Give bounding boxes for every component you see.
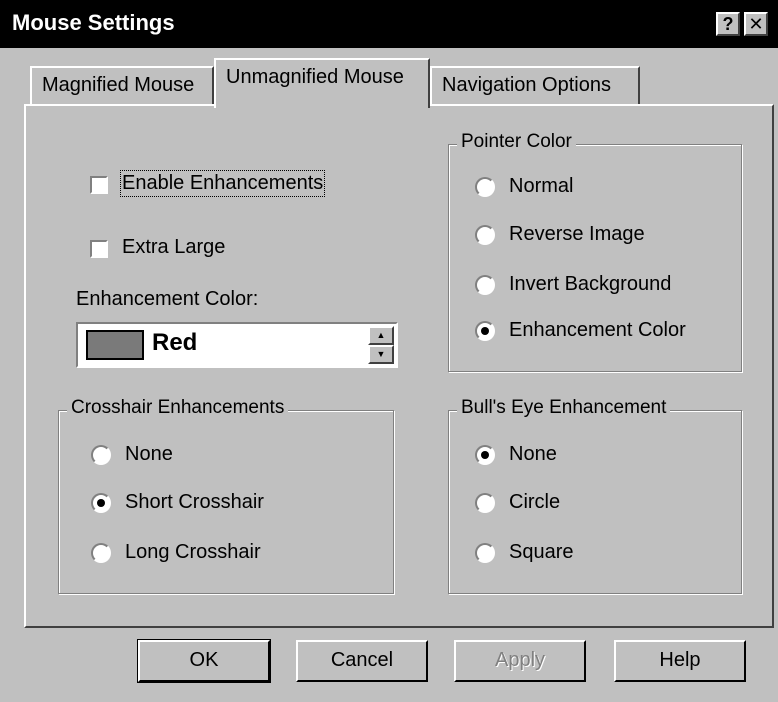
mouse-settings-dialog: Mouse Settings ? ✕ Magnified Mouse Unmag…	[0, 0, 778, 702]
radio-label: Reverse Image	[509, 223, 645, 245]
radio-button[interactable]	[475, 321, 495, 341]
down-arrow-icon: ▼	[376, 349, 386, 359]
tab-navigation-options[interactable]: Navigation Options	[430, 66, 640, 104]
radio-button[interactable]	[475, 445, 495, 465]
crosshair-long-radio[interactable]: Long Crosshair	[91, 541, 311, 569]
enable-enhancements-label: Enable Enhancements	[119, 170, 326, 197]
radio-label: None	[509, 443, 557, 465]
tab-label: Navigation Options	[442, 74, 611, 96]
bulls-eye-none-radio[interactable]: None	[475, 443, 675, 471]
radio-label: Long Crosshair	[125, 541, 261, 563]
radio-selected-dot	[481, 327, 489, 335]
radio-button[interactable]	[91, 493, 111, 513]
color-swatch	[86, 330, 144, 360]
radio-button[interactable]	[475, 225, 495, 245]
checkbox-box[interactable]	[90, 176, 108, 194]
tab-unmagnified-mouse[interactable]: Unmagnified Mouse	[214, 58, 430, 108]
bulls-eye-square-radio[interactable]: Square	[475, 541, 675, 569]
enhancement-color-label: Enhancement Color:	[76, 288, 259, 310]
close-icon: ✕	[748, 14, 764, 34]
radio-selected-dot	[97, 499, 105, 507]
radio-label: Normal	[509, 175, 574, 197]
pointer-color-group: Pointer Color Normal Reverse Image Inver…	[448, 131, 742, 372]
pointer-enhancement-color-radio[interactable]: Enhancement Color	[475, 319, 725, 347]
enable-enhancements-checkbox[interactable]: Enable Enhancements	[90, 170, 350, 202]
radio-label: Invert Background	[509, 273, 672, 295]
enhancement-color-spinner[interactable]: Red ▲ ▼	[76, 322, 398, 368]
radio-label: None	[125, 443, 173, 465]
spin-down-button[interactable]: ▼	[368, 345, 394, 364]
close-button[interactable]: ✕	[744, 12, 768, 36]
apply-button[interactable]: Apply	[454, 640, 586, 682]
pointer-normal-radio[interactable]: Normal	[475, 175, 675, 203]
extra-large-label: Extra Large	[122, 236, 226, 258]
group-title: Pointer Color	[457, 131, 576, 153]
pointer-invert-background-radio[interactable]: Invert Background	[475, 273, 715, 301]
extra-large-checkbox[interactable]: Extra Large	[90, 236, 270, 266]
crosshair-short-radio[interactable]: Short Crosshair	[91, 491, 311, 519]
pointer-reverse-image-radio[interactable]: Reverse Image	[475, 223, 695, 251]
crosshair-none-radio[interactable]: None	[91, 443, 291, 471]
title-bar: Mouse Settings ? ✕	[0, 0, 778, 48]
tab-panel: Enable Enhancements Extra Large Enhancem…	[24, 104, 774, 628]
crosshair-enhancements-group: Crosshair Enhancements None Short Crossh…	[58, 397, 394, 594]
tab-magnified-mouse[interactable]: Magnified Mouse	[30, 66, 214, 104]
question-mark-icon: ?	[722, 14, 734, 34]
bulls-eye-enhancement-group: Bull's Eye Enhancement None Circle Squar…	[448, 397, 742, 594]
up-arrow-icon: ▲	[376, 330, 386, 340]
window-title: Mouse Settings	[12, 10, 175, 35]
bulls-eye-circle-radio[interactable]: Circle	[475, 491, 675, 519]
radio-label: Circle	[509, 491, 561, 513]
radio-label: Enhancement Color	[509, 319, 686, 341]
radio-button[interactable]	[91, 445, 111, 465]
help-button[interactable]: ?	[716, 12, 740, 36]
radio-button[interactable]	[475, 177, 495, 197]
enhancement-color-value: Red	[152, 329, 198, 356]
radio-button[interactable]	[475, 493, 495, 513]
tab-label: Magnified Mouse	[42, 74, 195, 96]
radio-button[interactable]	[91, 543, 111, 563]
tab-label: Unmagnified Mouse	[226, 66, 404, 88]
radio-button[interactable]	[475, 543, 495, 563]
group-title: Bull's Eye Enhancement	[457, 397, 671, 419]
help-button-bottom[interactable]: Help	[614, 640, 746, 682]
radio-label: Square	[509, 541, 574, 563]
ok-button[interactable]: OK	[137, 639, 271, 683]
group-title: Crosshair Enhancements	[67, 397, 289, 419]
radio-button[interactable]	[475, 275, 495, 295]
spin-up-button[interactable]: ▲	[368, 326, 394, 345]
radio-label: Short Crosshair	[125, 491, 264, 513]
cancel-button[interactable]: Cancel	[296, 640, 428, 682]
checkbox-box[interactable]	[90, 240, 108, 258]
radio-selected-dot	[481, 451, 489, 459]
